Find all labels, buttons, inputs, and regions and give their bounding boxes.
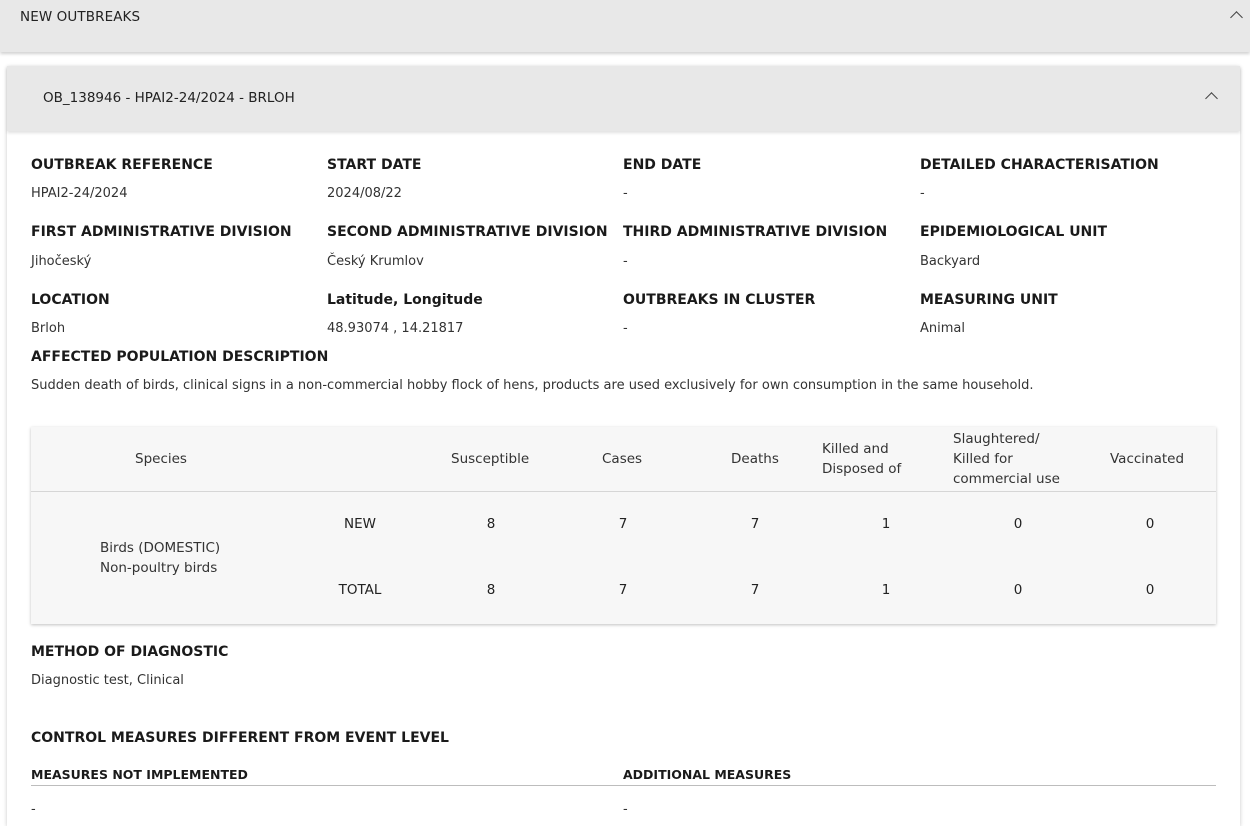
second-admin-division-value: Český Krumlov: [327, 254, 424, 269]
measures-not-implemented-value: -: [31, 802, 36, 817]
col-header-slaughtered: Slaughtered/ Killed for commercial use: [953, 429, 1060, 489]
measuring-unit-value: Animal: [920, 321, 965, 336]
susceptible-cell: 8: [486, 516, 496, 532]
col-header-cases: Cases: [602, 451, 643, 467]
table-header-divider: [31, 491, 1216, 492]
slaughtered-cell: 0: [1013, 516, 1023, 532]
vaccinated-cell: 0: [1145, 582, 1155, 598]
col-header-deaths: Deaths: [731, 451, 779, 467]
species-line1: Birds (DOMESTIC): [100, 540, 221, 556]
susceptible-cell: 8: [486, 582, 496, 598]
first-admin-division-label: FIRST ADMINISTRATIVE DIVISION: [31, 224, 292, 240]
species-name: Birds (DOMESTIC) Non-poultry birds: [100, 538, 220, 578]
diagnostic-method-label: METHOD OF DIAGNOSTIC: [31, 644, 229, 660]
deaths-cell: 7: [750, 516, 760, 532]
section-title: NEW OUTBREAKS: [20, 9, 141, 25]
col-header-killed-line2: Disposed of: [822, 461, 902, 477]
col-header-species: Species: [135, 451, 187, 467]
outbreaks-in-cluster-value: -: [623, 321, 628, 336]
third-admin-division-label: THIRD ADMINISTRATIVE DIVISION: [623, 224, 888, 240]
cases-cell: 7: [618, 516, 628, 532]
third-admin-division-value: -: [623, 254, 628, 269]
end-date-label: END DATE: [623, 157, 702, 173]
end-date-value: -: [623, 186, 628, 201]
second-admin-division-label: SECOND ADMINISTRATIVE DIVISION: [327, 224, 608, 240]
additional-measures-value: -: [623, 802, 628, 817]
killed-cell: 1: [881, 516, 891, 532]
col-header-slaughtered-line3: commercial use: [953, 471, 1060, 487]
measuring-unit-label: MEASURING UNIT: [920, 292, 1058, 308]
killed-cell: 1: [881, 582, 891, 598]
col-header-killed: Killed and Disposed of: [822, 439, 901, 479]
col-header-slaughtered-line1: Slaughtered/: [953, 431, 1040, 447]
cases-cell: 7: [618, 582, 628, 598]
outbreak-title: OB_138946 - HPAI2-24/2024 - BRLOH: [43, 90, 295, 106]
location-value: Brloh: [31, 321, 66, 336]
outbreak-reference-value: HPAI2-24/2024: [31, 186, 128, 201]
start-date-label: START DATE: [327, 157, 422, 173]
measures-not-implemented-label: MEASURES NOT IMPLEMENTED: [31, 767, 248, 782]
affected-population-value: Sudden death of birds, clinical signs in…: [31, 378, 1034, 393]
new-outbreaks-header[interactable]: NEW OUTBREAKS: [0, 0, 1250, 52]
detailed-characterisation-label: DETAILED CHARACTERISATION: [920, 157, 1159, 173]
outbreaks-in-cluster-label: OUTBREAKS IN CLUSTER: [623, 292, 816, 308]
epidemiological-unit-label: EPIDEMIOLOGICAL UNIT: [920, 224, 1108, 240]
location-label: LOCATION: [31, 292, 110, 308]
chevron-up-icon[interactable]: [1205, 92, 1218, 105]
control-measures-divider: [31, 785, 1216, 786]
lat-long-value: 48.93074 , 14.21817: [327, 321, 464, 336]
col-header-killed-line1: Killed and: [822, 441, 889, 457]
col-header-slaughtered-line2: Killed for: [953, 451, 1013, 467]
deaths-cell: 7: [750, 582, 760, 598]
first-admin-division-value: Jihočeský: [31, 254, 92, 269]
lat-long-label: Latitude, Longitude: [327, 292, 483, 308]
diagnostic-method-value: Diagnostic test, Clinical: [31, 673, 184, 688]
col-header-vaccinated: Vaccinated: [1110, 451, 1185, 467]
chevron-up-icon[interactable]: [1230, 11, 1243, 24]
epidemiological-unit-value: Backyard: [920, 254, 981, 269]
affected-population-label: AFFECTED POPULATION DESCRIPTION: [31, 349, 329, 365]
start-date-value: 2024/08/22: [327, 186, 402, 201]
species-table: Species Susceptible Cases Deaths Killed …: [31, 427, 1216, 624]
vaccinated-cell: 0: [1145, 516, 1155, 532]
slaughtered-cell: 0: [1013, 582, 1023, 598]
additional-measures-label: ADDITIONAL MEASURES: [623, 767, 792, 782]
col-header-susceptible: Susceptible: [451, 451, 530, 467]
detailed-characterisation-value: -: [920, 186, 925, 201]
outbreak-card-header[interactable]: OB_138946 - HPAI2-24/2024 - BRLOH: [7, 66, 1240, 131]
row-type-cell: NEW: [344, 516, 376, 532]
outbreak-reference-label: OUTBREAK REFERENCE: [31, 157, 213, 173]
species-line2: Non-poultry birds: [100, 560, 218, 576]
row-type-cell: TOTAL: [338, 582, 382, 598]
control-measures-title: CONTROL MEASURES DIFFERENT FROM EVENT LE…: [31, 730, 449, 746]
